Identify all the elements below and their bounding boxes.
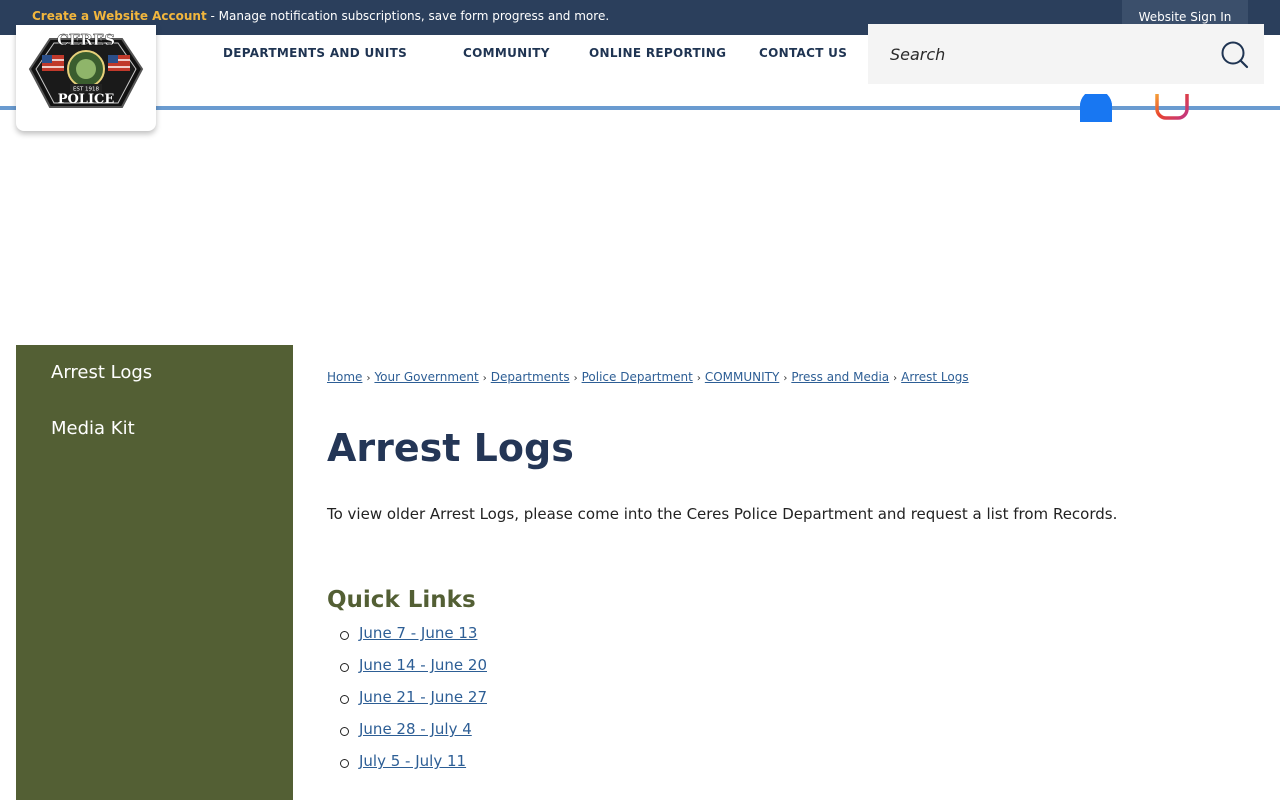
nav-departments-and-units[interactable]: DEPARTMENTS AND UNITS <box>223 46 407 60</box>
nav-contact-us[interactable]: CONTACT US <box>759 46 847 60</box>
list-item: July 5 - July 11 <box>340 752 487 784</box>
breadcrumb-your-government[interactable]: Your Government <box>374 370 478 384</box>
quick-link-june-21-june-27[interactable]: June 21 - June 27 <box>359 688 487 706</box>
sidebar-item-media-kit[interactable]: Media Kit <box>51 418 135 439</box>
facebook-link[interactable] <box>1080 90 1112 126</box>
list-item: June 28 - July 4 <box>340 720 487 752</box>
search-icon <box>1221 41 1249 69</box>
search-button[interactable] <box>1220 40 1250 74</box>
quick-link-june-14-june-20[interactable]: June 14 - June 20 <box>359 656 487 674</box>
list-item: June 21 - June 27 <box>340 688 487 720</box>
instagram-icon <box>1155 82 1189 120</box>
instagram-link[interactable] <box>1155 82 1189 126</box>
breadcrumb: Home › Your Government › Departments › Police … <box>327 370 969 384</box>
breadcrumb-departments[interactable]: Departments <box>491 370 570 384</box>
logo-top-text: CERES <box>57 31 115 49</box>
search-box <box>868 24 1264 84</box>
notification-text: - Manage notification subscriptions, sav… <box>206 9 610 23</box>
breadcrumb-police-department[interactable]: Police Department <box>582 370 693 384</box>
breadcrumb-separator: › <box>366 373 371 384</box>
page-title: Arrest Logs <box>327 426 574 470</box>
breadcrumb-separator: › <box>696 373 701 384</box>
search-input[interactable] <box>890 42 1210 66</box>
breadcrumb-press-and-media[interactable]: Press and Media <box>791 370 889 384</box>
list-item: June 14 - June 20 <box>340 656 487 688</box>
sidebar-item-arrest-logs[interactable]: Arrest Logs <box>51 362 152 383</box>
breadcrumb-home[interactable]: Home <box>327 370 362 384</box>
logo-bottom-text: POLICE <box>58 92 115 107</box>
quick-link-july-5-july-11[interactable]: July 5 - July 11 <box>359 752 466 770</box>
breadcrumb-separator: › <box>482 373 487 384</box>
quick-link-june-28-july-4[interactable]: June 28 - July 4 <box>359 720 472 738</box>
notification-message: Create a Website Account - Manage notifi… <box>32 9 609 23</box>
create-account-link[interactable]: Create a Website Account <box>32 9 207 23</box>
police-badge-logo: CERES EST 1918 POLICE <box>28 31 144 108</box>
logo-link[interactable]: CERES EST 1918 POLICE <box>16 25 156 131</box>
facebook-icon <box>1080 90 1112 122</box>
nav-online-reporting[interactable]: ONLINE REPORTING <box>589 46 726 60</box>
breadcrumb-arrest-logs[interactable]: Arrest Logs <box>901 370 968 384</box>
breadcrumb-separator: › <box>783 373 788 384</box>
nav-community[interactable]: COMMUNITY <box>463 46 550 60</box>
breadcrumb-separator: › <box>893 373 898 384</box>
list-item: June 7 - June 13 <box>340 624 487 656</box>
breadcrumb-community[interactable]: COMMUNITY <box>705 370 780 384</box>
page-description: To view older Arrest Logs, please come i… <box>327 505 1118 523</box>
quick-link-june-7-june-13[interactable]: June 7 - June 13 <box>359 624 477 642</box>
sidebar: Arrest Logs Media Kit <box>16 345 293 800</box>
quick-links-list: June 7 - June 13 June 14 - June 20 June … <box>340 624 487 784</box>
breadcrumb-separator: › <box>573 373 578 384</box>
quick-links-heading: Quick Links <box>327 587 476 613</box>
